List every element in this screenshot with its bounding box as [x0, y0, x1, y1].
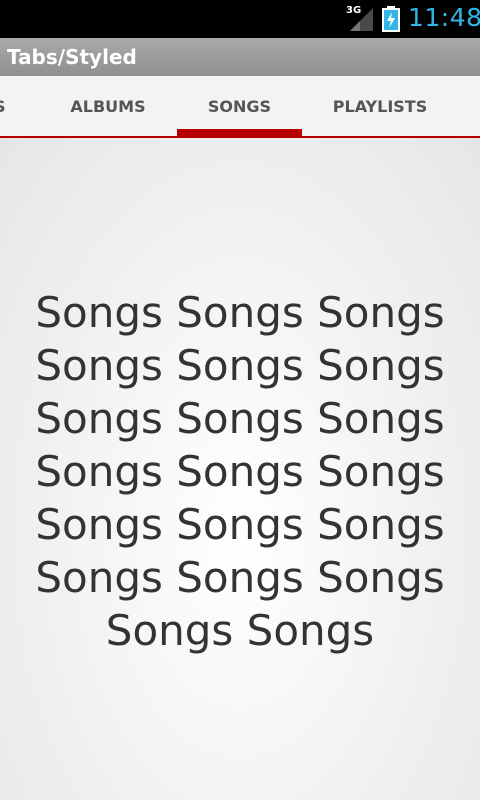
action-bar: Tabs/Styled [0, 38, 480, 76]
tab-label: SONGS [207, 96, 272, 116]
tab-strip: S ALBUMS SONGS PLAYLISTS [0, 76, 480, 138]
battery-charging-icon [382, 6, 400, 32]
status-bar: 3G 11:48 [0, 0, 480, 38]
tab-content-area: Songs Songs Songs Songs Songs Songs Song… [0, 138, 480, 800]
app-screen: 3G 11:48 Tabs/Styled S ALBUMS SONGS PLAY… [0, 0, 480, 800]
songs-content-text: Songs Songs Songs Songs Songs Songs Song… [35, 288, 445, 655]
tab-label: S [0, 97, 6, 116]
tab-label: ALBUMS [70, 96, 146, 116]
tab-albums[interactable]: ALBUMS [44, 76, 172, 136]
status-clock: 11:48 [408, 3, 480, 32]
tab-songs[interactable]: SONGS [177, 76, 302, 136]
tab-playlists[interactable]: PLAYLISTS [312, 76, 448, 136]
network-type-label: 3G [346, 5, 362, 16]
selected-tab-indicator [177, 129, 302, 136]
tab-artists-partial[interactable]: S [0, 76, 10, 136]
action-bar-title: Tabs/Styled [7, 45, 137, 69]
tab-label: PLAYLISTS [332, 96, 428, 116]
